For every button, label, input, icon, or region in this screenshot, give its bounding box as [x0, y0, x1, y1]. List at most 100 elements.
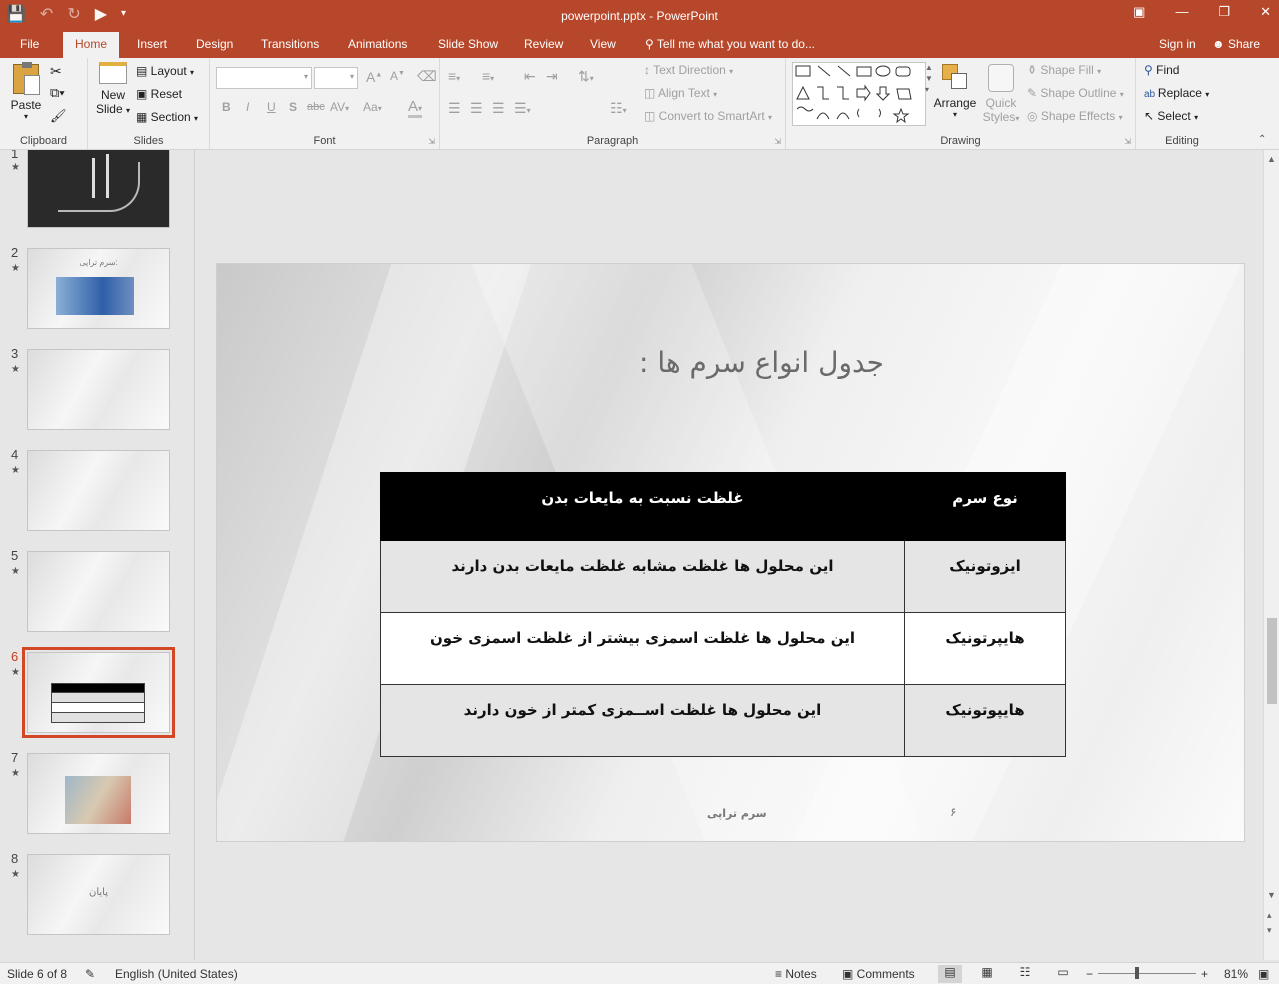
text-shadow-button[interactable]: S: [289, 100, 297, 114]
thumbnail-slide-7[interactable]: [27, 753, 170, 834]
normal-view-icon[interactable]: ▤: [938, 965, 962, 983]
fit-to-window-icon[interactable]: ▣: [1258, 967, 1269, 981]
share-button[interactable]: ☻ Share: [1212, 37, 1260, 51]
strikethrough-button[interactable]: abc: [307, 101, 325, 113]
columns-icon[interactable]: ☷▾: [610, 100, 627, 117]
copy-icon[interactable]: ⧉▾: [50, 85, 65, 101]
serum-types-table[interactable]: نوع سرم غلظت نسبت به مایعات بدن ایزوتونی…: [380, 472, 1066, 757]
shrink-font-icon[interactable]: A▼: [390, 69, 405, 83]
thumbnail-slide-6[interactable]: [22, 647, 175, 738]
tab-review[interactable]: Review: [524, 37, 563, 51]
tab-insert[interactable]: Insert: [137, 37, 167, 51]
align-right-icon[interactable]: ☰: [492, 100, 505, 117]
zoom-slider-knob[interactable]: [1135, 967, 1139, 979]
scrollbar-thumb[interactable]: [1267, 618, 1277, 704]
new-slide-button[interactable]: New Slide ▾: [93, 62, 133, 116]
slide-number[interactable]: ۶: [950, 805, 956, 819]
bold-button[interactable]: B: [222, 100, 231, 114]
layout-button[interactable]: ▤ Layout ▾: [136, 64, 194, 78]
slide-show-icon[interactable]: ▭: [1051, 965, 1075, 983]
tab-file[interactable]: File: [20, 37, 39, 51]
tab-design[interactable]: Design: [196, 37, 233, 51]
underline-button[interactable]: U: [267, 100, 276, 114]
character-spacing-button[interactable]: AV▾: [330, 100, 349, 114]
zoom-slider[interactable]: [1098, 973, 1196, 974]
dialog-launcher-icon[interactable]: ⇲: [774, 137, 781, 146]
table-cell[interactable]: این محلول ها غلظت اسمزی بیشتر از غلظت اس…: [380, 612, 905, 685]
font-color-button[interactable]: A▾: [408, 98, 423, 118]
thumbnail-slide-3[interactable]: [27, 349, 170, 430]
dialog-launcher-icon[interactable]: ⇲: [1124, 137, 1131, 146]
increase-indent-icon[interactable]: ⇥: [546, 68, 558, 85]
tab-slide-show[interactable]: Slide Show: [438, 37, 498, 51]
select-button[interactable]: ↖ Select ▾: [1144, 109, 1198, 123]
current-slide[interactable]: جدول انواع سرم ها : نوع سرم غلظت نسبت به…: [216, 263, 1245, 842]
language-indicator[interactable]: English (United States): [115, 967, 238, 981]
paste-button[interactable]: Paste ▾: [10, 62, 42, 121]
font-name-combo[interactable]: ▾: [216, 67, 312, 89]
slide-sorter-icon[interactable]: ▦: [975, 965, 999, 983]
shape-fill-button[interactable]: ⚱ Shape Fill ▾: [1027, 63, 1101, 77]
thumbnail-slide-1[interactable]: [27, 150, 170, 228]
decrease-indent-icon[interactable]: ⇤: [524, 68, 536, 85]
bullets-icon[interactable]: ≡▾: [448, 68, 460, 84]
scroll-down-icon[interactable]: ▼: [1267, 890, 1276, 900]
tell-me-box[interactable]: ⚲ Tell me what you want to do...: [645, 37, 815, 51]
reading-view-icon[interactable]: ☷: [1013, 965, 1037, 983]
line-spacing-icon[interactable]: ⇅▾: [578, 68, 594, 85]
text-direction-button[interactable]: ↕ Text Direction ▾: [644, 63, 733, 77]
slide-title[interactable]: جدول انواع سرم ها :: [217, 346, 1244, 379]
previous-slide-icon[interactable]: ▴: [1267, 910, 1272, 921]
convert-to-smartart-button[interactable]: ◫ Convert to SmartArt ▾: [644, 109, 772, 123]
dialog-launcher-icon[interactable]: ⇲: [428, 137, 435, 146]
thumbnail-slide-4[interactable]: [27, 450, 170, 531]
shapes-gallery[interactable]: [792, 62, 926, 126]
zoom-out-icon[interactable]: −: [1086, 967, 1093, 981]
zoom-level[interactable]: 81%: [1224, 967, 1248, 981]
notes-button[interactable]: ≡ Notes: [775, 967, 817, 981]
comments-button[interactable]: ▣ Comments: [842, 967, 915, 981]
reset-button[interactable]: ▣ Reset: [136, 87, 182, 101]
align-text-button[interactable]: ◫ Align Text ▾: [644, 86, 717, 100]
close-icon[interactable]: ✕: [1260, 4, 1271, 20]
shape-effects-button[interactable]: ◎ Shape Effects ▾: [1027, 109, 1123, 123]
table-cell[interactable]: ایزوتونیک: [904, 540, 1066, 613]
align-left-icon[interactable]: ☰: [448, 100, 461, 117]
thumbnail-slide-2[interactable]: سرم تراپی:: [27, 248, 170, 329]
sign-in-link[interactable]: Sign in: [1159, 37, 1196, 51]
cut-icon[interactable]: ✂: [50, 63, 62, 80]
slide-footer[interactable]: سرم تراپی: [707, 807, 767, 820]
tab-view[interactable]: View: [590, 37, 616, 51]
ribbon-display-options-icon[interactable]: ▣: [1133, 4, 1145, 20]
format-painter-icon[interactable]: 🖌: [50, 108, 67, 124]
table-cell[interactable]: این محلول ها غلظت مشابه غلظت مایعات بدن …: [380, 540, 905, 613]
collapse-ribbon-icon[interactable]: ⌃: [1258, 134, 1266, 145]
numbering-icon[interactable]: ≡▾: [482, 68, 494, 84]
quick-styles-button[interactable]: Quick Styles▾: [981, 64, 1021, 124]
grow-font-icon[interactable]: A▲: [366, 69, 382, 85]
thumbnail-slide-5[interactable]: [27, 551, 170, 632]
shapes-scroll[interactable]: ▲ ▼ ▾: [925, 62, 933, 95]
next-slide-icon[interactable]: ▾: [1267, 925, 1272, 936]
thumbnail-slide-8[interactable]: پایان: [27, 854, 170, 935]
minimize-icon[interactable]: —: [1175, 4, 1188, 20]
find-button[interactable]: ⚲ Find: [1144, 63, 1179, 77]
replace-button[interactable]: ab Replace ▾: [1144, 86, 1209, 100]
tab-transitions[interactable]: Transitions: [261, 37, 319, 51]
zoom-in-icon[interactable]: +: [1201, 967, 1208, 981]
table-cell[interactable]: هایپوتونیک: [904, 684, 1066, 757]
table-header-cell[interactable]: غلظت نسبت به مایعات بدن: [380, 472, 905, 541]
restore-icon[interactable]: ❐: [1218, 4, 1230, 20]
arrange-button[interactable]: Arrange ▾: [933, 64, 977, 119]
shape-outline-button[interactable]: ✎ Shape Outline ▾: [1027, 86, 1124, 100]
table-cell[interactable]: هایپرتونیک: [904, 612, 1066, 685]
change-case-button[interactable]: Aa▾: [363, 100, 382, 114]
tab-animations[interactable]: Animations: [348, 37, 407, 51]
clear-formatting-icon[interactable]: ⌫: [417, 68, 437, 85]
vertical-scrollbar[interactable]: ▲ ▼ ▴ ▾: [1263, 150, 1279, 960]
justify-icon[interactable]: ☰▾: [514, 100, 531, 117]
table-header-cell[interactable]: نوع سرم: [904, 472, 1066, 541]
spell-check-icon[interactable]: ✎: [85, 967, 95, 981]
tab-home[interactable]: Home: [63, 32, 120, 58]
scroll-up-icon[interactable]: ▲: [1267, 154, 1276, 164]
